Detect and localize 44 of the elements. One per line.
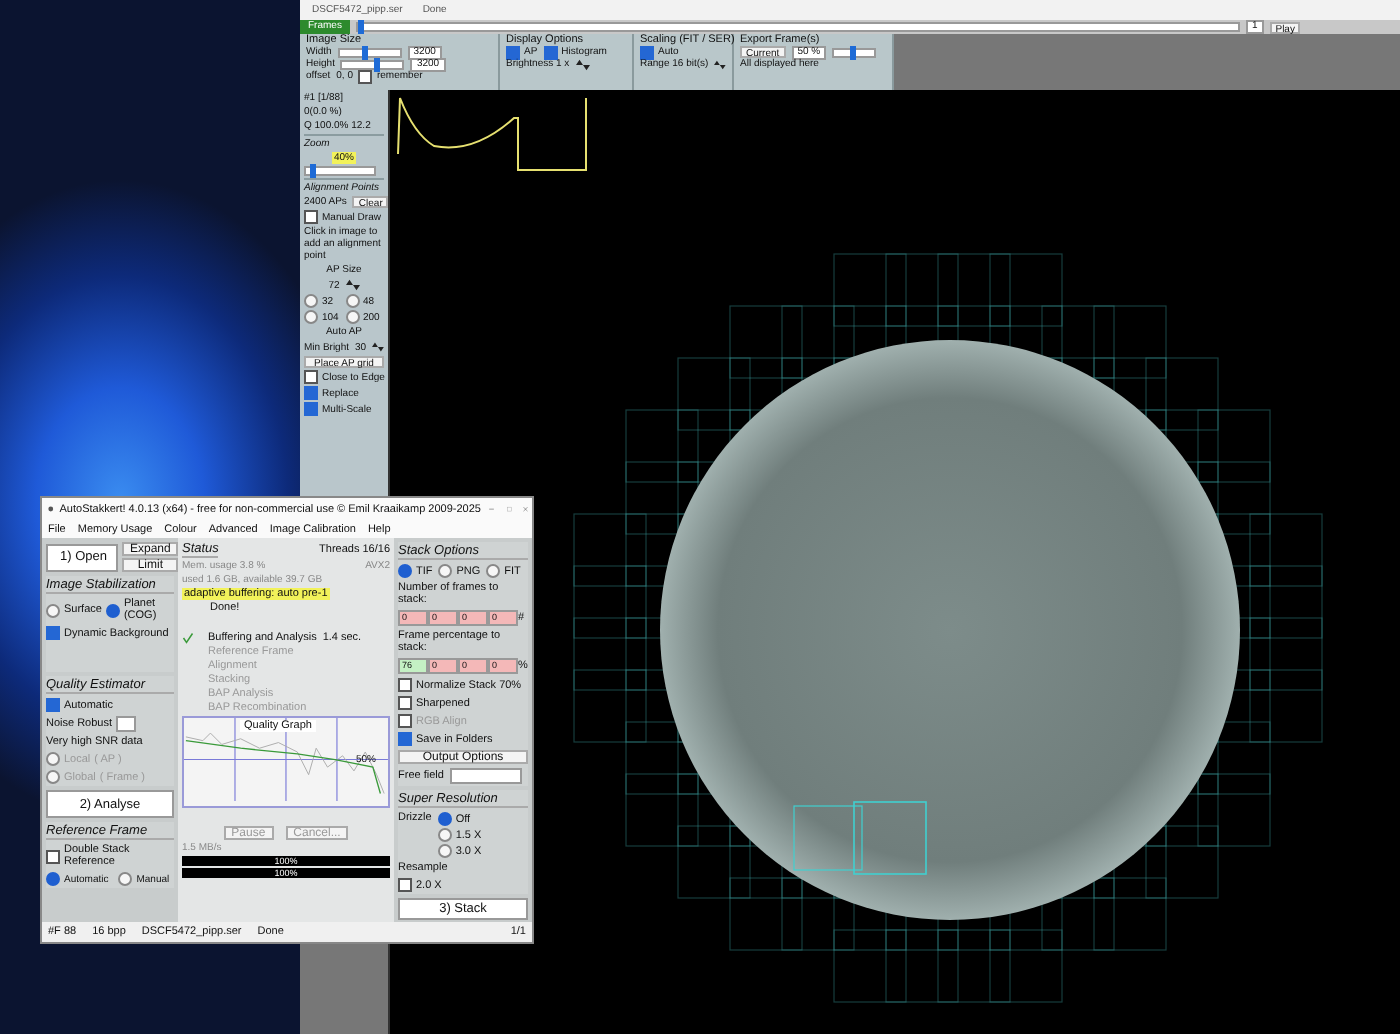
- radio-button[interactable]: [105, 603, 120, 617]
- radio-button[interactable]: [486, 564, 501, 578]
- spinner-icon[interactable]: [575, 57, 590, 71]
- checkbox[interactable]: [304, 370, 318, 384]
- slider-thumb[interactable]: [310, 164, 317, 178]
- checkbox[interactable]: [398, 878, 412, 892]
- radio-button[interactable]: [118, 872, 133, 886]
- checkbox[interactable]: [398, 678, 412, 692]
- checkbox[interactable]: [304, 402, 318, 416]
- radio-button[interactable]: [437, 844, 452, 858]
- radio-button[interactable]: [304, 294, 318, 308]
- checkbox[interactable]: [398, 696, 412, 710]
- radio-button[interactable]: [437, 828, 452, 842]
- checkbox[interactable]: [640, 45, 654, 59]
- free-field[interactable]: [449, 768, 522, 784]
- slider-thumb[interactable]: [357, 20, 364, 34]
- spinner-icon[interactable]: [372, 340, 384, 354]
- checkbox[interactable]: [543, 45, 558, 59]
- checkbox[interactable]: [46, 698, 60, 712]
- radio-button[interactable]: [438, 564, 453, 578]
- minimize-icon[interactable]: [486, 505, 498, 513]
- checkbox[interactable]: [304, 386, 318, 400]
- slider-thumb[interactable]: [850, 45, 857, 59]
- radio-button[interactable]: [304, 310, 318, 324]
- alignment-box: [853, 801, 927, 875]
- checkbox[interactable]: [46, 849, 60, 863]
- radio-button[interactable]: [46, 872, 60, 886]
- slider-thumb[interactable]: [362, 45, 369, 59]
- radio-button[interactable]: [345, 294, 359, 308]
- noise-field[interactable]: [116, 716, 137, 732]
- checkbox[interactable]: [304, 210, 318, 224]
- radio-button[interactable]: [437, 812, 452, 826]
- radio-button[interactable]: [398, 564, 412, 578]
- checkbox[interactable]: [506, 45, 520, 59]
- radio-button[interactable]: [46, 603, 60, 617]
- checkbox[interactable]: [46, 626, 60, 640]
- spinner-icon[interactable]: [714, 57, 726, 71]
- spinner-icon[interactable]: [345, 278, 360, 292]
- close-icon[interactable]: [520, 505, 532, 513]
- slider-thumb[interactable]: [374, 57, 381, 71]
- checkbox[interactable]: [398, 732, 412, 746]
- app-icon: [48, 502, 54, 516]
- alignment-box: [793, 805, 863, 871]
- radio-button[interactable]: [345, 310, 359, 324]
